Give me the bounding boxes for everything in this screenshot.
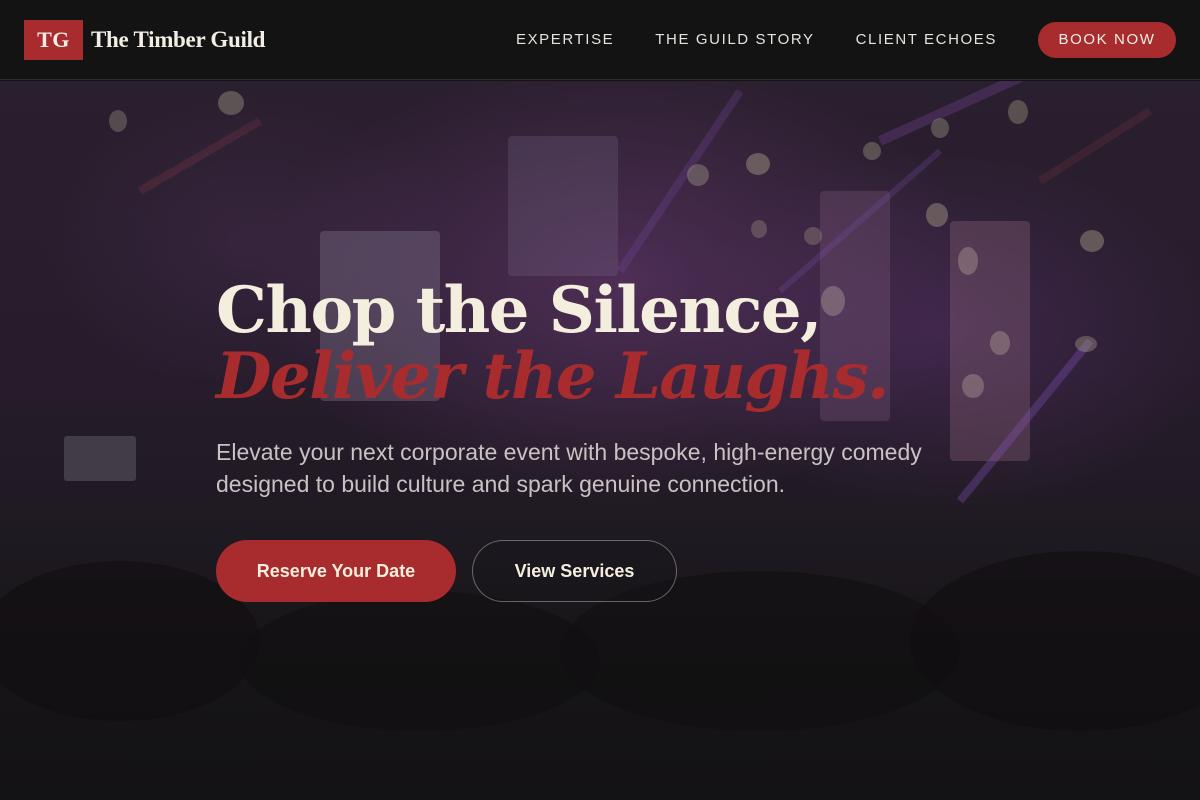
nav-link-guild-story[interactable]: THE GUILD STORY: [655, 31, 814, 48]
reserve-date-button[interactable]: Reserve Your Date: [216, 540, 456, 602]
logo-mark[interactable]: TG: [24, 19, 83, 60]
hero-content: Chop the Silence, Deliver the Laughs. El…: [216, 276, 1016, 602]
site-header: TG The Timber Guild EXPERTISE THE GUILD …: [0, 0, 1200, 80]
view-services-button[interactable]: View Services: [472, 540, 677, 602]
main-nav: EXPERTISE THE GUILD STORY CLIENT ECHOES …: [516, 21, 1176, 58]
nav-link-client-echoes[interactable]: CLIENT ECHOES: [856, 31, 997, 48]
nav-link-expertise[interactable]: EXPERTISE: [516, 31, 614, 48]
hero-cta-row: Reserve Your Date View Services: [216, 540, 1016, 602]
hero-section: Chop the Silence, Deliver the Laughs. El…: [0, 81, 1200, 800]
hero-headline-line1: Chop the Silence,: [216, 273, 822, 348]
hero-subtext: Elevate your next corporate event with b…: [216, 439, 922, 497]
book-now-button[interactable]: BOOK NOW: [1038, 21, 1176, 58]
hero-headline-line2: Deliver the Laughs.: [216, 339, 889, 414]
brand-name[interactable]: The Timber Guild: [91, 27, 265, 53]
